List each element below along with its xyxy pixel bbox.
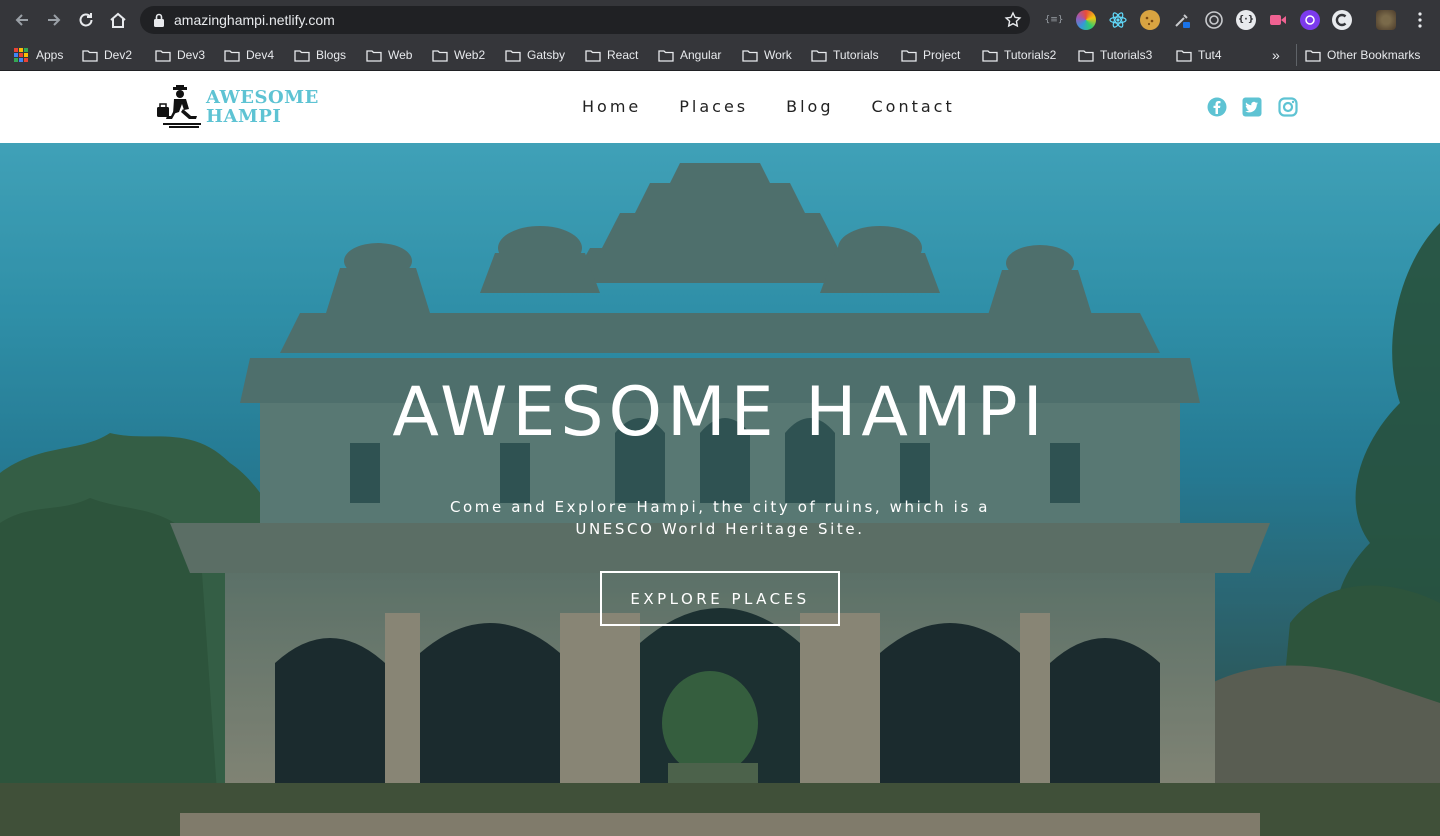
lock-icon	[154, 13, 164, 27]
nav-places[interactable]: Places	[679, 97, 748, 119]
main-nav: Home Places Blog Contact	[582, 97, 955, 119]
folder-icon	[505, 49, 521, 62]
reload-button[interactable]	[74, 8, 98, 32]
bookmark-folder[interactable]: Web2	[432, 44, 485, 66]
instagram-icon[interactable]	[1278, 97, 1298, 117]
bookmark-folder[interactable]: Tut4	[1176, 44, 1222, 66]
bookmark-folder[interactable]: Angular	[658, 44, 721, 66]
bookmark-folder[interactable]: Gatsby	[505, 44, 565, 66]
hero-overlay	[0, 143, 1440, 836]
folder-icon	[1078, 49, 1094, 62]
bookmark-folder[interactable]: Tutorials	[811, 44, 879, 66]
profile-avatar-icon[interactable]	[1376, 10, 1396, 30]
bookmark-folder[interactable]: Dev4	[224, 44, 274, 66]
bookmark-label: Tut4	[1198, 48, 1222, 62]
address-bar-row: amazinghampi.netlify.com {≡} {·}	[0, 0, 1440, 40]
reload-icon	[79, 13, 93, 27]
hero-subtitle: Come and Explore Hampi, the city of ruin…	[449, 498, 991, 538]
apps-grid-icon	[14, 48, 28, 62]
bookmark-label: Dev4	[246, 48, 275, 62]
eyedropper-icon[interactable]	[1172, 10, 1192, 30]
c-logo-icon[interactable]	[1332, 10, 1352, 30]
nav-blog[interactable]: Blog	[786, 97, 833, 119]
forward-button[interactable]	[42, 8, 66, 32]
home-button[interactable]	[106, 8, 130, 32]
folder-icon	[1176, 49, 1192, 62]
cookie-icon[interactable]	[1140, 10, 1160, 30]
bookmark-label: Other Bookmarks	[1327, 48, 1421, 62]
bookmark-label: Gatsby	[527, 48, 566, 62]
explore-places-button[interactable]: EXPLORE PLACES	[600, 571, 840, 626]
logo-line2: HAMPI	[206, 106, 282, 127]
arrow-left-icon	[15, 14, 28, 26]
bookmark-folder[interactable]: Web	[366, 44, 412, 66]
bookmark-label: Work	[764, 48, 792, 62]
video-icon[interactable]	[1268, 10, 1288, 30]
color-picker-icon[interactable]	[1076, 10, 1096, 30]
site-logo[interactable]: AWESOME HAMPI	[155, 85, 330, 129]
bookmark-label: Project	[923, 48, 961, 62]
bookmark-label: Angular	[680, 48, 722, 62]
bookmark-folder[interactable]: Tutorials2	[982, 44, 1056, 66]
bookmark-star-icon[interactable]	[1004, 11, 1022, 29]
folder-icon	[82, 49, 98, 62]
overflow-chevron-icon: »	[1272, 47, 1280, 63]
folder-icon	[366, 49, 382, 62]
bookmark-label: Web	[388, 48, 413, 62]
folder-icon	[901, 49, 917, 62]
folder-icon	[224, 49, 240, 62]
logo-wordmark: AWESOME HAMPI	[206, 88, 319, 126]
folder-icon	[811, 49, 827, 62]
twitter-icon[interactable]	[1242, 97, 1262, 117]
bookmark-folder[interactable]: Dev3	[155, 44, 205, 66]
bookmark-folder[interactable]: Project	[901, 44, 960, 66]
json-viewer-icon[interactable]: {≡}	[1044, 10, 1064, 30]
purple-circle-icon[interactable]	[1300, 10, 1320, 30]
menu-kebab-icon[interactable]	[1410, 10, 1430, 30]
bookmark-folder[interactable]: Blogs	[294, 44, 346, 66]
folder-icon	[658, 49, 674, 62]
bookmark-label: Blogs	[316, 48, 347, 62]
browser-chrome: amazinghampi.netlify.com {≡} {·} Apps De…	[0, 0, 1440, 71]
bookmark-label: Tutorials2	[1004, 48, 1057, 62]
bookmark-label: Tutorials	[833, 48, 879, 62]
bookmark-label: Web2	[454, 48, 486, 62]
logo-line1: AWESOME	[206, 87, 319, 108]
home-icon	[110, 12, 126, 28]
back-button[interactable]	[10, 8, 34, 32]
bookmarks-bar: Apps Dev2 Dev3 Dev4 Blogs Web Web2 Gatsb…	[0, 40, 1440, 71]
omnibox[interactable]: amazinghampi.netlify.com	[140, 6, 1030, 34]
bookmark-label: Apps	[36, 48, 64, 62]
url-text[interactable]: amazinghampi.netlify.com	[174, 12, 335, 28]
bookmark-label: React	[607, 48, 639, 62]
bookmark-label: Dev2	[104, 48, 133, 62]
folder-icon	[432, 49, 448, 62]
target-icon[interactable]	[1204, 10, 1224, 30]
nav-home[interactable]: Home	[582, 97, 641, 119]
traveler-logo-icon	[157, 85, 201, 128]
hero-title: AWESOME HAMPI	[392, 373, 1048, 452]
react-devtools-icon[interactable]	[1108, 10, 1128, 30]
bookmark-label: Tutorials3	[1100, 48, 1153, 62]
bookmark-folder[interactable]: Dev2	[82, 44, 132, 66]
folder-icon	[155, 49, 171, 62]
bracket-icon[interactable]: {·}	[1236, 10, 1256, 30]
folder-icon	[294, 49, 310, 62]
bookmark-folder[interactable]: Tutorials3	[1078, 44, 1152, 66]
bookmark-apps[interactable]: Apps	[14, 44, 63, 66]
bookmark-folder[interactable]: React	[585, 44, 638, 66]
bookmark-folder[interactable]: Work	[742, 44, 792, 66]
bookmark-label: Dev3	[177, 48, 206, 62]
hero-section: AWESOME HAMPI Come and Explore Hampi, th…	[0, 143, 1440, 836]
folder-icon	[982, 49, 998, 62]
site-header: AWESOME HAMPI Home Places Blog Contact	[0, 71, 1440, 143]
folder-icon	[1305, 49, 1321, 62]
arrow-right-icon	[48, 14, 61, 26]
bookmarks-overflow-button[interactable]: »	[1272, 44, 1280, 66]
nav-contact[interactable]: Contact	[872, 97, 955, 119]
folder-icon	[585, 49, 601, 62]
facebook-icon[interactable]	[1207, 97, 1227, 117]
folder-icon	[742, 49, 758, 62]
bookmark-other[interactable]: Other Bookmarks	[1296, 44, 1420, 66]
